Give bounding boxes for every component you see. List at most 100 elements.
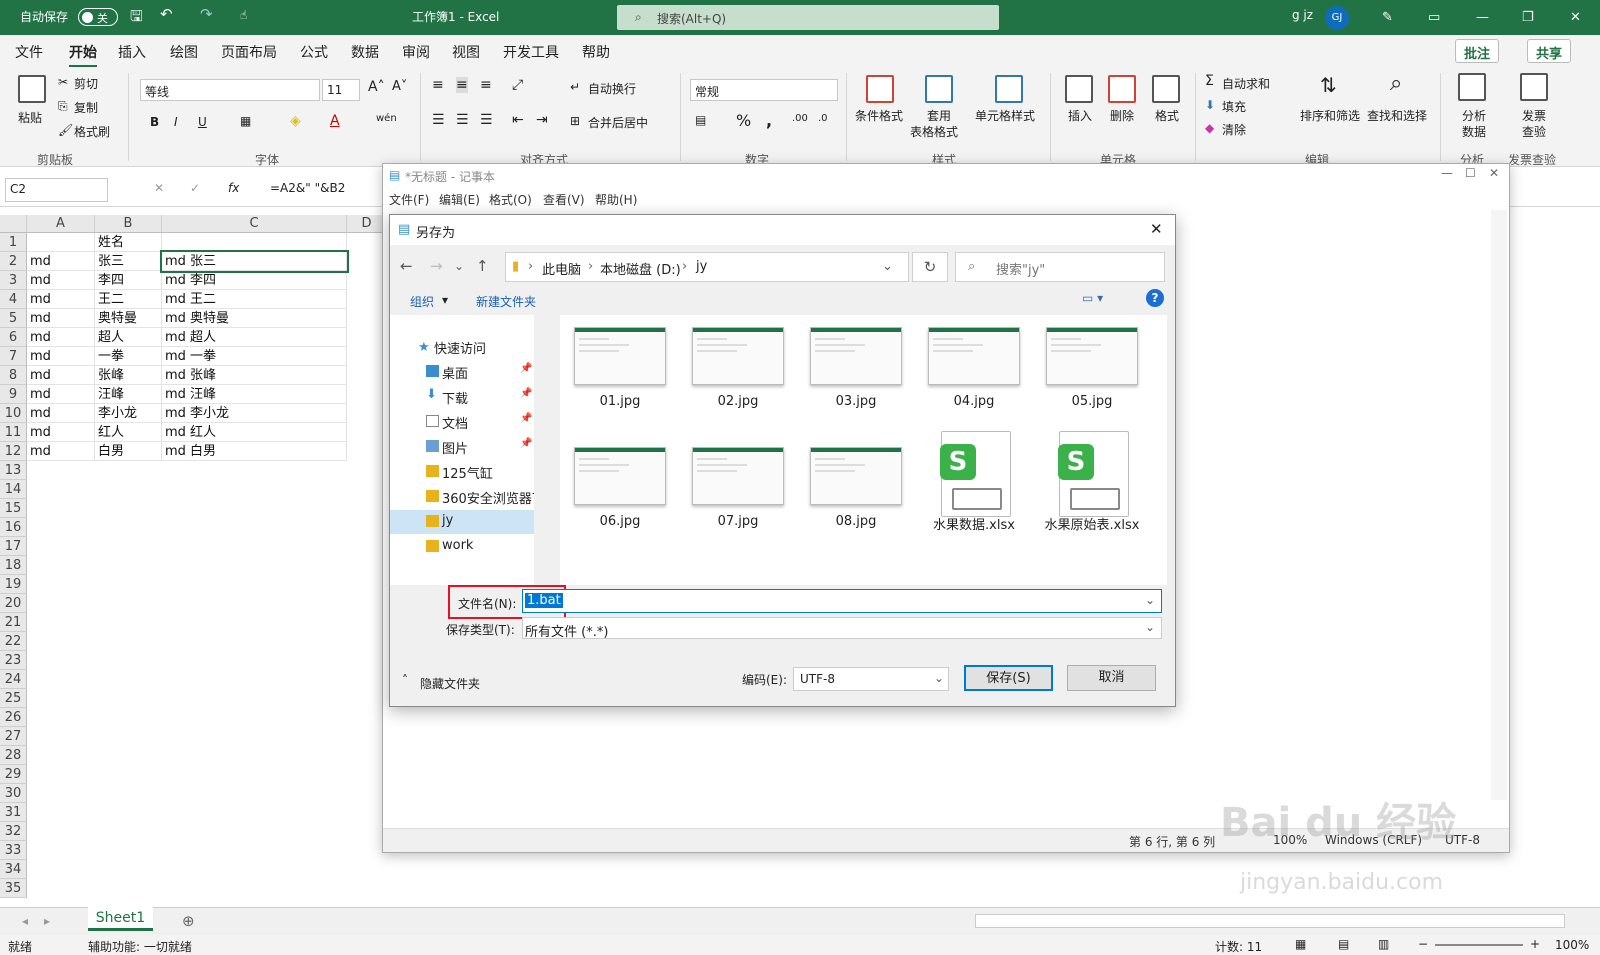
cell[interactable]: 张峰 [95,366,162,385]
cell[interactable]: 王二 [95,290,162,309]
fill-button[interactable]: 填充 [1222,98,1246,115]
nav-folder-125[interactable]: 125气缸 [390,460,534,484]
cell[interactable]: md [27,290,95,309]
find-select-button[interactable]: 查找和选择 [1367,107,1427,124]
wrap-text-icon[interactable]: ↵ [570,80,580,94]
align-left-icon[interactable]: ☰ [432,112,445,128]
insert-function-icon[interactable]: fx [228,181,239,195]
shrink-font-icon[interactable]: A˅ [392,79,407,94]
chevron-up-icon[interactable]: ˄ [402,673,408,687]
row-header[interactable]: 5 [0,309,27,328]
new-folder-button[interactable]: 新建文件夹 [476,293,536,310]
filetype-select[interactable]: 所有文件 (*.*) ⌄ [522,617,1162,640]
tab-developer[interactable]: 开发工具 [503,42,559,62]
row-header[interactable]: 13 [0,461,27,480]
cell[interactable]: 姓名 [95,233,162,252]
notepad-menu-file[interactable]: 文件(F) [389,191,429,208]
row-header[interactable]: 1 [0,233,27,252]
align-bottom-icon[interactable]: ≡ [480,77,492,93]
formula-input[interactable]: =A2&" "&B2 [270,181,345,195]
nav-folder-360[interactable]: 360安全浏览器下 [390,485,545,509]
cell[interactable] [27,233,95,252]
conditional-format-icon[interactable] [866,75,894,103]
comma-icon[interactable]: , [766,111,772,130]
row-header[interactable]: 4 [0,290,27,309]
tab-help[interactable]: 帮助 [582,42,610,62]
clear-button[interactable]: 清除 [1222,121,1246,138]
accounting-icon[interactable]: ▤ [695,113,706,127]
hide-folders-toggle[interactable]: 隐藏文件夹 [420,675,480,692]
row-header[interactable]: 30 [0,784,27,803]
column-header[interactable]: D [347,215,387,233]
cell[interactable]: md [27,252,95,271]
cancel-entry-icon[interactable]: ✕ [154,181,164,195]
avatar[interactable]: GJ [1325,6,1349,30]
conditional-format-button[interactable]: 条件格式 [855,107,903,124]
merge-center-button[interactable]: 合并后居中 [588,114,648,131]
align-right-icon[interactable]: ☰ [480,112,493,128]
increase-indent-icon[interactable]: ⇥ [536,112,548,128]
underline-icon[interactable]: U [198,115,207,129]
notepad-close-icon[interactable]: ✕ [1489,166,1499,180]
format-cells-button[interactable]: 格式 [1155,107,1179,124]
cell[interactable]: md [27,309,95,328]
redo-icon[interactable]: ↷ [200,5,213,23]
tab-file[interactable]: 文件 [15,42,43,62]
nav-scrollbar[interactable] [534,315,546,585]
cell-style-icon[interactable] [995,75,1023,103]
tab-draw[interactable]: 绘图 [170,42,198,62]
invoice-check-label-1[interactable]: 发票 [1522,107,1546,124]
address-dropdown-icon[interactable]: ⌄ [882,259,893,274]
row-header[interactable]: 12 [0,442,27,461]
cell[interactable]: md 红人 [162,423,347,442]
select-all-corner[interactable] [0,215,27,233]
chevron-down-icon[interactable]: ⌄ [1145,593,1155,607]
page-break-view-icon[interactable]: ▥ [1378,937,1389,951]
nav-quick-access[interactable]: ★ 快速访问 [390,335,534,359]
cell[interactable]: 张三 [95,252,162,271]
percent-icon[interactable]: % [736,111,751,130]
confirm-entry-icon[interactable]: ✓ [190,181,200,195]
add-sheet-icon[interactable]: ⊕ [182,912,195,930]
cell[interactable]: 一拳 [95,347,162,366]
undo-icon[interactable]: ↶ [160,5,173,23]
wrap-text-button[interactable]: 自动换行 [588,80,636,97]
row-header[interactable]: 7 [0,347,27,366]
phonetic-icon[interactable]: wén [376,113,397,124]
folder-search-input[interactable]: ⌕ 搜索"jy" [955,252,1165,282]
align-center-icon[interactable]: ☰ [456,112,469,128]
close-icon[interactable]: ✕ [1570,10,1581,25]
sort-filter-button[interactable]: 排序和筛选 [1300,107,1360,124]
cell[interactable]: md 一拳 [162,347,347,366]
row-header[interactable]: 29 [0,765,27,784]
row-header[interactable]: 26 [0,708,27,727]
row-header[interactable]: 14 [0,480,27,499]
pen-icon[interactable]: ✎ [1382,10,1393,25]
row-header[interactable]: 28 [0,746,27,765]
notepad-vertical-scrollbar[interactable] [1491,210,1507,800]
cell[interactable]: md [27,442,95,461]
page-layout-view-icon[interactable]: ▤ [1338,937,1349,951]
share-button[interactable]: 共享 [1527,39,1572,63]
delete-cells-button[interactable]: 删除 [1110,107,1134,124]
nav-pictures[interactable]: 图片 📌 [390,435,534,459]
cell[interactable]: md [27,423,95,442]
cell[interactable]: 白男 [95,442,162,461]
format-painter-button[interactable]: 格式刷 [74,123,110,140]
cut-button[interactable]: 剪切 [74,75,98,92]
minimize-icon[interactable]: — [1476,10,1489,25]
font-name-select[interactable]: 等线 [140,79,320,101]
cancel-button[interactable]: 取消 [1067,665,1156,691]
save-button[interactable]: 保存(S) [964,665,1053,691]
copy-icon[interactable]: ⎘ [58,99,68,114]
restore-icon[interactable]: ❐ [1522,10,1534,25]
horizontal-scrollbar[interactable] [975,914,1565,928]
tab-formulas[interactable]: 公式 [300,42,328,62]
forward-icon[interactable]: → [430,257,443,275]
recent-locations-icon[interactable]: ⌄ [454,259,464,273]
ribbon-display-icon[interactable]: ▭ [1428,10,1440,25]
align-top-icon[interactable]: ≡ [432,77,444,93]
row-header[interactable]: 35 [0,879,27,898]
normal-view-icon[interactable]: ▦ [1295,937,1306,951]
nav-folder-work[interactable]: work [390,535,534,559]
